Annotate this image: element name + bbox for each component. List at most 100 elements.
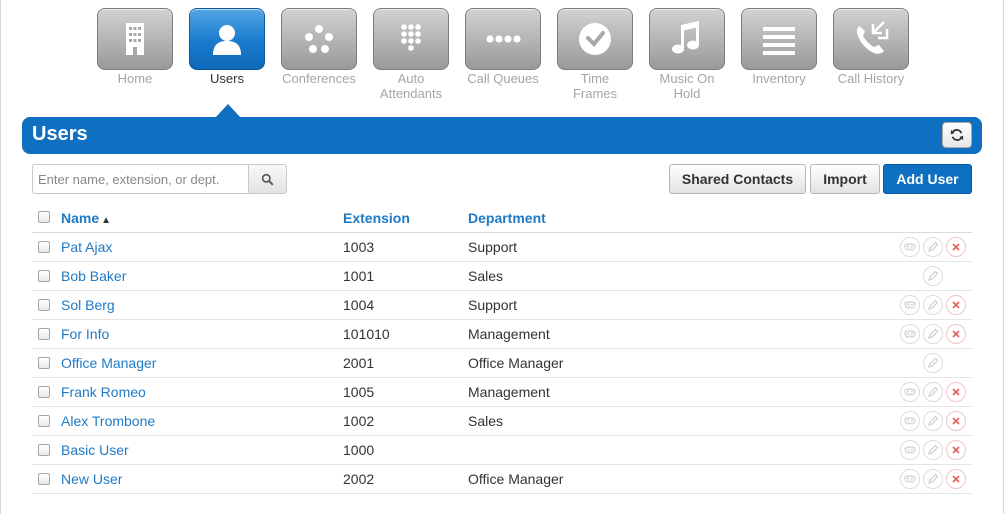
- nav-time-frames[interactable]: Time Frames: [557, 8, 633, 101]
- edit-icon[interactable]: [923, 324, 943, 344]
- table-row[interactable]: Office Manager 2001 Office Manager: [32, 349, 972, 378]
- mask-icon[interactable]: [900, 440, 920, 460]
- select-all-checkbox[interactable]: [38, 211, 50, 223]
- mask-icon[interactable]: [900, 295, 920, 315]
- edit-icon[interactable]: [923, 295, 943, 315]
- mask-icon[interactable]: [900, 324, 920, 344]
- user-name-link[interactable]: Pat Ajax: [61, 239, 112, 255]
- row-actions: [900, 382, 966, 402]
- row-checkbox[interactable]: [38, 473, 50, 485]
- nav-conferences[interactable]: Conferences: [281, 8, 357, 86]
- table-row[interactable]: Basic User 1000: [32, 436, 972, 465]
- user-department: Sales: [468, 413, 504, 429]
- user-name-link[interactable]: Basic User: [61, 442, 129, 458]
- delete-icon[interactable]: [946, 382, 966, 402]
- list-lines-icon: [763, 27, 795, 55]
- edit-icon[interactable]: [923, 440, 943, 460]
- user-name-link[interactable]: Frank Romeo: [61, 384, 146, 400]
- row-checkbox[interactable]: [38, 415, 50, 427]
- mask-icon[interactable]: [900, 237, 920, 257]
- column-header-extension[interactable]: Extension: [343, 210, 410, 226]
- user-name-link[interactable]: Alex Trombone: [61, 413, 155, 429]
- delete-icon[interactable]: [946, 295, 966, 315]
- row-checkbox[interactable]: [38, 357, 50, 369]
- mask-icon[interactable]: [900, 382, 920, 402]
- edit-icon[interactable]: [923, 411, 943, 431]
- row-checkbox[interactable]: [38, 241, 50, 253]
- refresh-icon: [950, 129, 964, 141]
- delete-icon[interactable]: [946, 324, 966, 344]
- nav-call-history-label: Call History: [837, 71, 905, 86]
- user-extension: 1003: [343, 239, 375, 255]
- nav-call-queues-tile[interactable]: [465, 8, 541, 70]
- nav-home-tile[interactable]: [97, 8, 173, 70]
- nav-time-frames-tile[interactable]: [557, 8, 633, 70]
- table-row[interactable]: Sol Berg 1004 Support: [32, 291, 972, 320]
- nav-call-queues[interactable]: Call Queues: [465, 8, 541, 86]
- table-row[interactable]: Pat Ajax 1003 Support: [32, 233, 972, 262]
- row-checkbox[interactable]: [38, 444, 50, 456]
- table-row[interactable]: Frank Romeo 1005 Management: [32, 378, 972, 407]
- edit-icon[interactable]: [923, 266, 943, 286]
- nav-auto-attendants[interactable]: Auto Attendants: [373, 8, 449, 101]
- refresh-button[interactable]: [942, 122, 972, 148]
- nav-users[interactable]: Users: [189, 8, 265, 86]
- mask-icon[interactable]: [900, 469, 920, 489]
- music-note-icon: [672, 21, 699, 54]
- row-actions: [900, 440, 966, 460]
- nav-users-tile[interactable]: [189, 8, 265, 70]
- nav-inventory-label: Inventory: [752, 71, 806, 86]
- row-actions: [900, 237, 966, 257]
- add-user-button[interactable]: Add User: [883, 164, 972, 194]
- nav-call-history-tile[interactable]: [833, 8, 909, 70]
- row-checkbox[interactable]: [38, 270, 50, 282]
- import-button[interactable]: Import: [810, 164, 880, 194]
- table-row[interactable]: Alex Trombone 1002 Sales: [32, 407, 972, 436]
- user-name-link[interactable]: For Info: [61, 326, 109, 342]
- nav-inventory-tile[interactable]: [741, 8, 817, 70]
- nav-call-history[interactable]: Call History: [833, 8, 909, 86]
- edit-icon[interactable]: [923, 237, 943, 257]
- table-row[interactable]: For Info 101010 Management: [32, 320, 972, 349]
- delete-icon[interactable]: [946, 237, 966, 257]
- user-name-link[interactable]: Office Manager: [61, 355, 156, 371]
- user-department: Office Manager: [468, 471, 564, 487]
- active-tab-pointer: [215, 104, 241, 118]
- nav-inventory[interactable]: Inventory: [741, 8, 817, 86]
- column-header-department[interactable]: Department: [468, 210, 546, 226]
- delete-icon[interactable]: [946, 469, 966, 489]
- row-checkbox[interactable]: [38, 386, 50, 398]
- nav-home[interactable]: Home: [97, 8, 173, 86]
- user-name-link[interactable]: Sol Berg: [61, 297, 115, 313]
- delete-icon[interactable]: [946, 440, 966, 460]
- user-department: Sales: [468, 268, 504, 284]
- user-extension: 1002: [343, 413, 375, 429]
- user-name-link[interactable]: Bob Baker: [61, 268, 126, 284]
- shared-contacts-button[interactable]: Shared Contacts: [669, 164, 806, 194]
- row-checkbox[interactable]: [38, 299, 50, 311]
- nav-auto-attendants-tile[interactable]: [373, 8, 449, 70]
- search-button[interactable]: [248, 164, 287, 194]
- row-actions: [900, 411, 966, 431]
- table-row[interactable]: New User 2002 Office Manager: [32, 465, 972, 494]
- nav-conferences-tile[interactable]: [281, 8, 357, 70]
- mask-icon[interactable]: [900, 411, 920, 431]
- edit-icon[interactable]: [923, 382, 943, 402]
- clock-icon: [579, 23, 611, 55]
- phone-arrows-icon: [856, 21, 889, 54]
- table-row[interactable]: Bob Baker 1001 Sales: [32, 262, 972, 291]
- nav-music-on-hold-tile[interactable]: [649, 8, 725, 70]
- nav-music-on-hold-label: Music On Hold: [659, 71, 715, 101]
- row-checkbox[interactable]: [38, 328, 50, 340]
- nav-music-on-hold[interactable]: Music On Hold: [649, 8, 725, 101]
- table-header-row: Name ▲ Extension Department: [32, 203, 972, 233]
- edit-icon[interactable]: [923, 469, 943, 489]
- user-extension: 101010: [343, 326, 390, 342]
- table-body: Pat Ajax 1003 Support Bob Baker 1001 Sales Sol…: [32, 233, 972, 494]
- edit-icon[interactable]: [923, 353, 943, 373]
- delete-icon[interactable]: [946, 411, 966, 431]
- users-table: Name ▲ Extension Department Pat Ajax 1003 S…: [32, 203, 972, 494]
- search-input[interactable]: [32, 164, 248, 194]
- user-name-link[interactable]: New User: [61, 471, 122, 487]
- column-header-name[interactable]: Name ▲: [61, 210, 111, 226]
